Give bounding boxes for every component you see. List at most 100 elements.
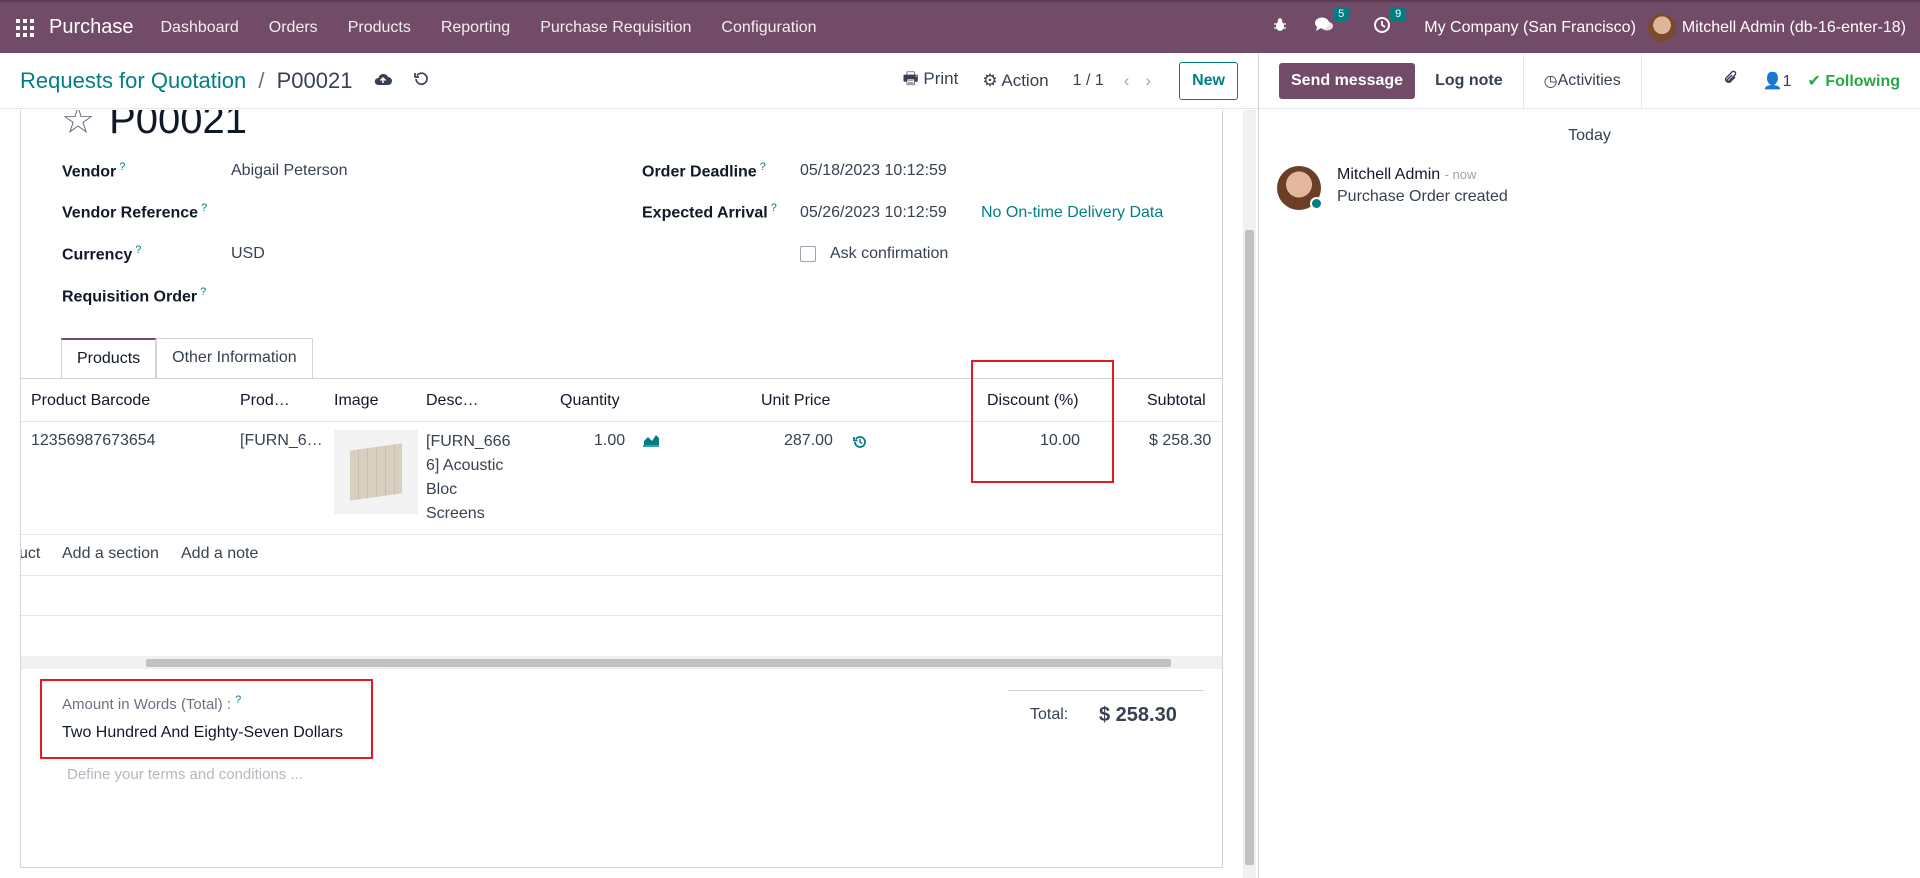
forecast-chart-icon[interactable] bbox=[642, 433, 660, 452]
new-button[interactable]: New bbox=[1179, 61, 1238, 100]
vendor-reference-label: Vendor Reference? bbox=[62, 202, 208, 222]
form-sheet: ☆ P00021 Vendor? Abigail Peterson Vendor… bbox=[20, 110, 1223, 868]
nav-orders[interactable]: Orders bbox=[269, 19, 318, 37]
horizontal-scrollbar[interactable] bbox=[21, 656, 1222, 669]
company-switcher[interactable]: My Company (San Francisco) bbox=[1424, 19, 1636, 37]
nav-products[interactable]: Products bbox=[348, 19, 411, 37]
col-product[interactable]: Prod… bbox=[240, 392, 290, 410]
tab-other-information[interactable]: Other Information bbox=[156, 338, 313, 378]
log-note-button[interactable]: Log note bbox=[1415, 63, 1523, 99]
breadcrumb-rfq-link[interactable]: Requests for Quotation bbox=[20, 68, 246, 93]
add-note-link[interactable]: Add a note bbox=[181, 545, 258, 563]
pager-value[interactable]: 1 / 1 bbox=[1073, 72, 1104, 90]
vendor-field[interactable]: Abigail Peterson bbox=[231, 162, 348, 180]
add-product-link[interactable]: uct bbox=[21, 545, 40, 563]
message-author[interactable]: Mitchell Admin bbox=[1337, 166, 1440, 183]
total-divider bbox=[1008, 690, 1204, 691]
paperclip-icon[interactable] bbox=[1723, 69, 1739, 92]
activities-badge: 9 bbox=[1390, 7, 1407, 21]
chatter-message: Mitchell Admin - now Purchase Order crea… bbox=[1277, 166, 1508, 210]
user-avatar bbox=[1647, 13, 1676, 42]
ontime-delivery-link[interactable]: No On-time Delivery Data bbox=[981, 204, 1163, 222]
vertical-scroll-thumb[interactable] bbox=[1245, 230, 1254, 865]
activities-clock-icon[interactable]: 9 bbox=[1373, 7, 1407, 39]
user-icon: 👤 bbox=[1762, 72, 1783, 90]
clock-icon: ◷ bbox=[1543, 72, 1558, 90]
col-image[interactable]: Image bbox=[334, 392, 378, 410]
order-deadline-label: Order Deadline? bbox=[642, 161, 766, 181]
reset-price-icon[interactable] bbox=[853, 435, 867, 454]
following-button[interactable]: ✔ Following bbox=[1807, 71, 1900, 91]
pager-prev-icon[interactable]: ‹ bbox=[1124, 71, 1130, 91]
nav-reporting[interactable]: Reporting bbox=[441, 19, 510, 37]
check-icon: ✔ bbox=[1807, 72, 1826, 90]
chatter-panel: Send message Log note ◷ Activities 👤1 ✔ … bbox=[1258, 52, 1920, 878]
cell-unit-price[interactable]: 287.00 bbox=[784, 432, 833, 450]
messages-icon[interactable]: 5 bbox=[1314, 7, 1350, 39]
ask-confirmation-checkbox[interactable] bbox=[800, 246, 816, 262]
add-section-link[interactable]: Add a section bbox=[62, 545, 159, 563]
currency-label: Currency? bbox=[62, 244, 142, 264]
star-icon[interactable]: ☆ bbox=[61, 110, 95, 143]
empty-row-divider-2 bbox=[21, 615, 1222, 616]
message-text: Purchase Order created bbox=[1337, 188, 1508, 205]
row-divider bbox=[21, 534, 1222, 535]
cell-quantity[interactable]: 1.00 bbox=[594, 432, 625, 450]
print-button[interactable]: 🖶 Print bbox=[903, 66, 959, 95]
online-status-icon bbox=[1310, 197, 1323, 210]
empty-row-divider-1 bbox=[21, 575, 1222, 576]
order-deadline-field[interactable]: 05/18/2023 10:12:59 bbox=[800, 162, 947, 180]
chatter-topbar: Send message Log note ◷ Activities 👤1 ✔ … bbox=[1259, 52, 1920, 109]
main-navbar: Purchase Dashboard Orders Products Repor… bbox=[0, 0, 1920, 53]
col-description[interactable]: Desc… bbox=[426, 392, 478, 410]
tab-products[interactable]: Products bbox=[61, 338, 157, 378]
col-unit-price[interactable]: Unit Price bbox=[761, 392, 830, 410]
highlight-discount-box bbox=[971, 360, 1114, 483]
col-subtotal[interactable]: Subtotal bbox=[1147, 392, 1206, 410]
total-label: Total: bbox=[1030, 706, 1069, 723]
col-product-barcode[interactable]: Product Barcode bbox=[31, 392, 150, 410]
cell-description[interactable]: [FURN_666 6] Acoustic Bloc Screens bbox=[426, 430, 526, 526]
gear-icon: ⚙ bbox=[982, 70, 1002, 90]
notebook-tabs: Products Other Information bbox=[61, 338, 313, 378]
acoustic-screen-image bbox=[350, 443, 402, 501]
breadcrumb: Requests for Quotation / P00021 bbox=[20, 68, 352, 94]
nav-dashboard[interactable]: Dashboard bbox=[161, 19, 239, 37]
author-avatar[interactable] bbox=[1277, 166, 1323, 210]
order-reference: P00021 bbox=[109, 110, 247, 142]
discard-undo-icon[interactable] bbox=[414, 71, 429, 91]
total-value: $ 258.30 bbox=[1099, 704, 1177, 726]
action-button[interactable]: ⚙ Action bbox=[982, 71, 1048, 91]
cell-barcode[interactable]: 12356987673654 bbox=[31, 432, 156, 450]
save-cloud-icon[interactable] bbox=[374, 71, 393, 91]
form-vertical-scrollbar[interactable] bbox=[1243, 110, 1256, 878]
app-menu-icon[interactable] bbox=[16, 18, 34, 37]
printer-icon: 🖶 bbox=[902, 69, 924, 88]
app-name[interactable]: Purchase bbox=[49, 16, 134, 39]
cell-product[interactable]: [FURN_6… bbox=[240, 432, 323, 450]
pager-next-icon[interactable]: › bbox=[1145, 71, 1151, 91]
user-menu[interactable]: Mitchell Admin (db-16-enter-18) bbox=[1647, 13, 1906, 42]
date-separator: Today bbox=[1568, 127, 1611, 144]
col-quantity[interactable]: Quantity bbox=[560, 392, 620, 410]
breadcrumb-current: P00021 bbox=[276, 67, 353, 93]
user-name: Mitchell Admin (db-16-enter-18) bbox=[1681, 18, 1906, 36]
requisition-order-label: Requisition Order? bbox=[62, 286, 207, 306]
send-message-button[interactable]: Send message bbox=[1279, 62, 1416, 99]
expected-arrival-label: Expected Arrival? bbox=[642, 202, 777, 222]
nav-configuration[interactable]: Configuration bbox=[721, 19, 816, 37]
highlight-amount-words-box bbox=[40, 679, 373, 759]
terms-conditions-field[interactable]: Define your terms and conditions ... bbox=[67, 766, 303, 783]
product-image[interactable] bbox=[334, 430, 418, 514]
followers-button[interactable]: 👤1 bbox=[1763, 71, 1792, 91]
message-time: - now bbox=[1444, 167, 1477, 182]
vendor-label: Vendor? bbox=[62, 161, 126, 181]
horizontal-scroll-thumb[interactable] bbox=[146, 659, 1171, 667]
cell-subtotal: $ 258.30 bbox=[1149, 432, 1212, 449]
expected-arrival-field[interactable]: 05/26/2023 10:12:59 bbox=[800, 204, 947, 222]
nav-purchase-requisition[interactable]: Purchase Requisition bbox=[540, 19, 691, 37]
activities-button[interactable]: ◷ Activities bbox=[1522, 52, 1642, 109]
currency-field[interactable]: USD bbox=[231, 245, 265, 263]
record-title: ☆ P00021 bbox=[61, 110, 247, 143]
debug-bug-icon[interactable] bbox=[1272, 17, 1288, 38]
